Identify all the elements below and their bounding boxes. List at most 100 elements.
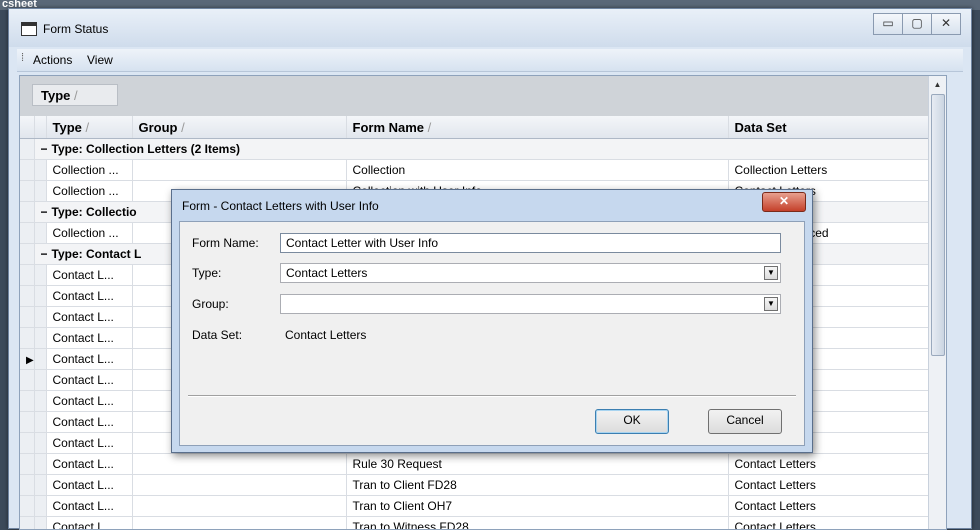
collapse-icon[interactable]: − [41, 247, 48, 261]
menu-bar: ⁞ Actions View [17, 49, 963, 72]
column-header-type[interactable]: Type / [46, 116, 132, 139]
cell-type[interactable]: Contact L... [46, 391, 132, 412]
row-indent [34, 412, 46, 433]
cell-form-name[interactable]: Tran to Client OH7 [346, 496, 728, 517]
cell-data-set[interactable]: Contact Letters [728, 475, 928, 496]
column-header-form-name[interactable]: Form Name / [346, 116, 728, 139]
row-indent [34, 181, 46, 202]
row-indent [34, 454, 46, 475]
scroll-up-icon[interactable]: ▲ [929, 76, 946, 93]
ok-button[interactable]: OK [595, 409, 669, 434]
group-chip-type[interactable]: Type / [32, 84, 118, 106]
cell-type[interactable]: Collection ... [46, 160, 132, 181]
row-selector[interactable] [20, 517, 34, 530]
cell-type[interactable]: Collection ... [46, 181, 132, 202]
minimize-button[interactable]: ▭ [873, 13, 903, 35]
chevron-down-icon[interactable]: ▼ [764, 297, 778, 311]
menu-view[interactable]: View [87, 53, 113, 67]
row-selector[interactable] [20, 391, 34, 412]
group-row[interactable]: −Type: Collection Letters (2 Items) [20, 139, 928, 160]
row-selector[interactable] [20, 412, 34, 433]
cell-type[interactable]: Contact L... [46, 286, 132, 307]
type-combo[interactable]: Contact Letters ▼ [280, 263, 781, 283]
chevron-down-icon[interactable]: ▼ [764, 266, 778, 280]
form-dialog: Form - Contact Letters with User Info ✕ … [171, 189, 813, 453]
cell-type[interactable]: Contact L... [46, 328, 132, 349]
row-selector[interactable] [20, 244, 34, 265]
table-row[interactable]: Contact L... Tran to Client FD28Contact L… [20, 475, 928, 496]
group-combo[interactable]: ▼ [280, 294, 781, 314]
cell-type[interactable]: Contact L... [46, 433, 132, 454]
row-selector[interactable] [20, 286, 34, 307]
row-indent [34, 160, 46, 181]
dataset-value: Contact Letters [285, 328, 366, 342]
cell-data-set[interactable]: Collection Letters [728, 160, 928, 181]
dialog-body: Form Name: Contact Letter with User Info… [179, 221, 805, 446]
title-bar[interactable]: Form Status ▭ ▢ ✕ [9, 9, 971, 47]
cell-type[interactable]: Contact L... [46, 370, 132, 391]
row-selector[interactable] [20, 496, 34, 517]
menu-actions[interactable]: Actions [33, 53, 72, 67]
row-indent [34, 433, 46, 454]
group-chip-label: Type [41, 88, 70, 103]
cell-group[interactable] [132, 475, 346, 496]
cell-type[interactable]: Contact L... [46, 454, 132, 475]
type-value: Contact Letters [286, 266, 367, 280]
cell-type[interactable]: Contact L... [46, 349, 132, 370]
row-indent [34, 286, 46, 307]
vertical-scrollbar[interactable]: ▲ [928, 76, 946, 529]
cell-group[interactable] [132, 517, 346, 530]
row-selector[interactable] [20, 328, 34, 349]
cell-type[interactable]: Contact L... [46, 475, 132, 496]
cell-data-set[interactable]: Contact Letters [728, 517, 928, 530]
row-selector[interactable] [20, 475, 34, 496]
row-selector[interactable] [20, 370, 34, 391]
cell-type[interactable]: Contact L... [46, 412, 132, 433]
column-header-group[interactable]: Group / [132, 116, 346, 139]
group-header-label: Type: Contact L [52, 247, 142, 261]
row-selector[interactable] [20, 307, 34, 328]
cell-data-set[interactable]: Contact Letters [728, 454, 928, 475]
table-row[interactable]: Contact L... Tran to Witness FD28Contact … [20, 517, 928, 530]
cell-group[interactable] [132, 496, 346, 517]
dialog-close-button[interactable]: ✕ [762, 192, 806, 212]
row-indent [34, 496, 46, 517]
row-selector[interactable]: ▶ [20, 349, 34, 370]
cell-type[interactable]: Contact L... [46, 265, 132, 286]
group-header[interactable]: −Type: Collection Letters (2 Items) [34, 139, 928, 160]
cell-type[interactable]: Contact L... [46, 517, 132, 530]
table-row[interactable]: Collection ... CollectionCollection Lette… [20, 160, 928, 181]
cell-group[interactable] [132, 160, 346, 181]
scroll-thumb[interactable] [931, 94, 945, 356]
row-selector[interactable] [20, 202, 34, 223]
form-name-label: Form Name: [192, 236, 259, 250]
cell-data-set[interactable]: Contact Letters [728, 496, 928, 517]
cell-form-name[interactable]: Tran to Client FD28 [346, 475, 728, 496]
row-selector[interactable] [20, 265, 34, 286]
close-button[interactable]: ✕ [931, 13, 961, 35]
cell-form-name[interactable]: Tran to Witness FD28 [346, 517, 728, 530]
row-selector[interactable] [20, 160, 34, 181]
cell-form-name[interactable]: Rule 30 Request [346, 454, 728, 475]
cell-group[interactable] [132, 454, 346, 475]
window-icon [21, 22, 37, 36]
row-selector[interactable] [20, 223, 34, 244]
table-row[interactable]: Contact L... Tran to Client OH7Contact Le… [20, 496, 928, 517]
cancel-button[interactable]: Cancel [708, 409, 782, 434]
cell-form-name[interactable]: Collection [346, 160, 728, 181]
cell-type[interactable]: Collection ... [46, 223, 132, 244]
collapse-icon[interactable]: − [41, 142, 48, 156]
collapse-icon[interactable]: − [41, 205, 48, 219]
row-selector[interactable] [20, 454, 34, 475]
cell-type[interactable]: Contact L... [46, 496, 132, 517]
dialog-title: Form - Contact Letters with User Info [182, 199, 379, 213]
group-by-box: Type / [20, 76, 946, 116]
row-selector[interactable] [20, 139, 34, 160]
restore-button[interactable]: ▢ [902, 13, 932, 35]
column-header-data-set[interactable]: Data Set [728, 116, 928, 139]
cell-type[interactable]: Contact L... [46, 307, 132, 328]
row-selector[interactable] [20, 433, 34, 454]
table-row[interactable]: Contact L... Rule 30 RequestContact Lette… [20, 454, 928, 475]
row-selector[interactable] [20, 181, 34, 202]
form-name-field[interactable]: Contact Letter with User Info [280, 233, 781, 253]
